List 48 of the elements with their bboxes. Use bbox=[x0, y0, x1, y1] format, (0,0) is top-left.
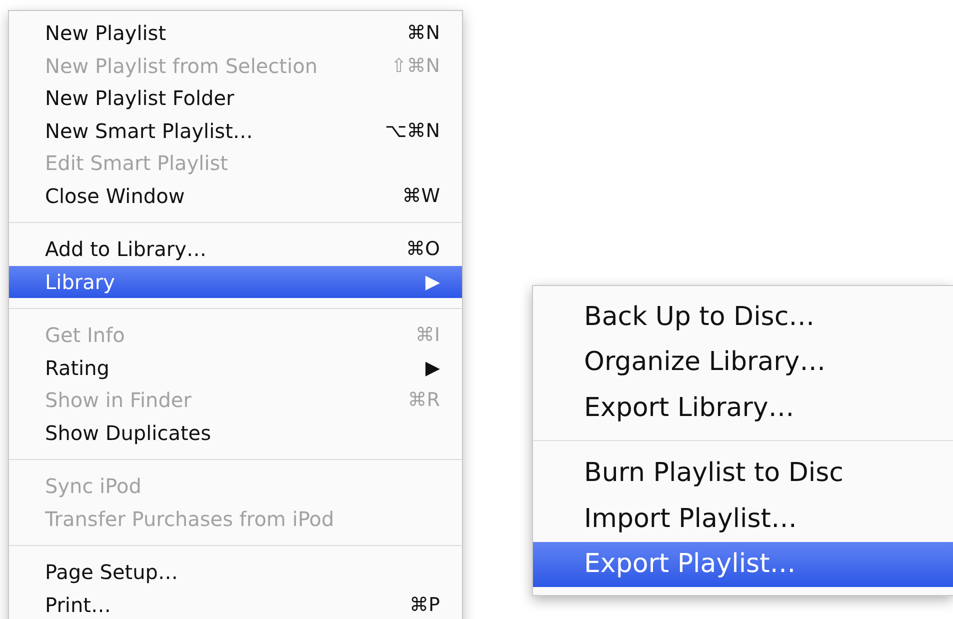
menu-item[interactable]: Show Duplicates bbox=[9, 416, 462, 449]
menu-item-label: Organize Library… bbox=[584, 347, 826, 378]
menu-item[interactable]: Print… ⌘P bbox=[9, 588, 462, 619]
menu-item-label: New Playlist from Selection bbox=[45, 54, 318, 78]
menu-item-label: Get Info bbox=[45, 323, 125, 348]
menu-item[interactable]: Export Library… bbox=[533, 385, 953, 430]
shortcut-label: ⌘P bbox=[410, 594, 440, 616]
shortcut-label: ⌘N bbox=[406, 22, 440, 44]
shortcut-label: ⇧⌘N bbox=[390, 54, 440, 77]
shortcut-label: ⌘O bbox=[406, 238, 440, 260]
menu-item-label: Sync iPod bbox=[45, 474, 142, 498]
menu-item-label: Back Up to Disc… bbox=[584, 302, 815, 332]
menu-item[interactable]: Burn Playlist to Disc bbox=[533, 450, 953, 496]
menu-item[interactable]: Organize Library… bbox=[533, 340, 953, 385]
menu-item[interactable]: Page Setup… bbox=[9, 556, 462, 588]
menu-item[interactable]: Rating ▶ bbox=[9, 352, 462, 384]
shortcut-label: ▶ bbox=[425, 270, 440, 293]
menu-item-label: Add to Library… bbox=[45, 237, 206, 262]
menu-item-label: Show in Finder bbox=[45, 388, 192, 412]
menu-item-label: New Smart Playlist… bbox=[45, 118, 253, 143]
menu-item-label: Export Library… bbox=[584, 392, 794, 423]
menu-item-label: Show Duplicates bbox=[45, 420, 212, 445]
menu-item-label: New Playlist Folder bbox=[45, 86, 234, 110]
shortcut-label: ▶ bbox=[425, 356, 440, 379]
menu-item[interactable]: Add to Library… ⌘O bbox=[9, 233, 462, 266]
shortcut-label: ⌘R bbox=[408, 389, 440, 412]
shortcut-label: ⌥⌘N bbox=[384, 120, 440, 142]
menu-item-label: New Playlist bbox=[45, 21, 166, 46]
menu-item-label: Library bbox=[45, 270, 115, 294]
menu-item[interactable]: Back Up to Disc… bbox=[533, 294, 953, 340]
menu-item[interactable]: Export Playlist… bbox=[533, 542, 953, 587]
shortcut-label: ⌘W bbox=[402, 184, 440, 207]
menu-item-label: Burn Playlist to Disc bbox=[584, 458, 844, 488]
menu-item-label: Export Playlist… bbox=[584, 549, 796, 580]
menu-item-label: Edit Smart Playlist bbox=[45, 151, 228, 176]
menu-item[interactable]: Close Window ⌘W bbox=[9, 180, 462, 212]
menu-item-label: Rating bbox=[45, 356, 110, 380]
menu-item-label: Print… bbox=[45, 592, 112, 617]
menu-item[interactable]: Library ▶ bbox=[9, 266, 462, 298]
shortcut-label: ⌘I bbox=[415, 324, 440, 346]
menu-item-label: Page Setup… bbox=[45, 560, 178, 584]
menu-item-label: Close Window bbox=[45, 184, 185, 208]
menu-item-label: Transfer Purchases from iPod bbox=[45, 506, 334, 531]
menu-item[interactable]: Import Playlist… bbox=[533, 496, 953, 542]
menu-item[interactable]: New Playlist Folder bbox=[9, 82, 462, 114]
menu-item[interactable]: New Playlist ⌘N bbox=[9, 17, 462, 50]
menu-item[interactable]: New Smart Playlist… ⌥⌘N bbox=[9, 114, 462, 147]
menu-item-label: Import Playlist… bbox=[584, 504, 797, 534]
